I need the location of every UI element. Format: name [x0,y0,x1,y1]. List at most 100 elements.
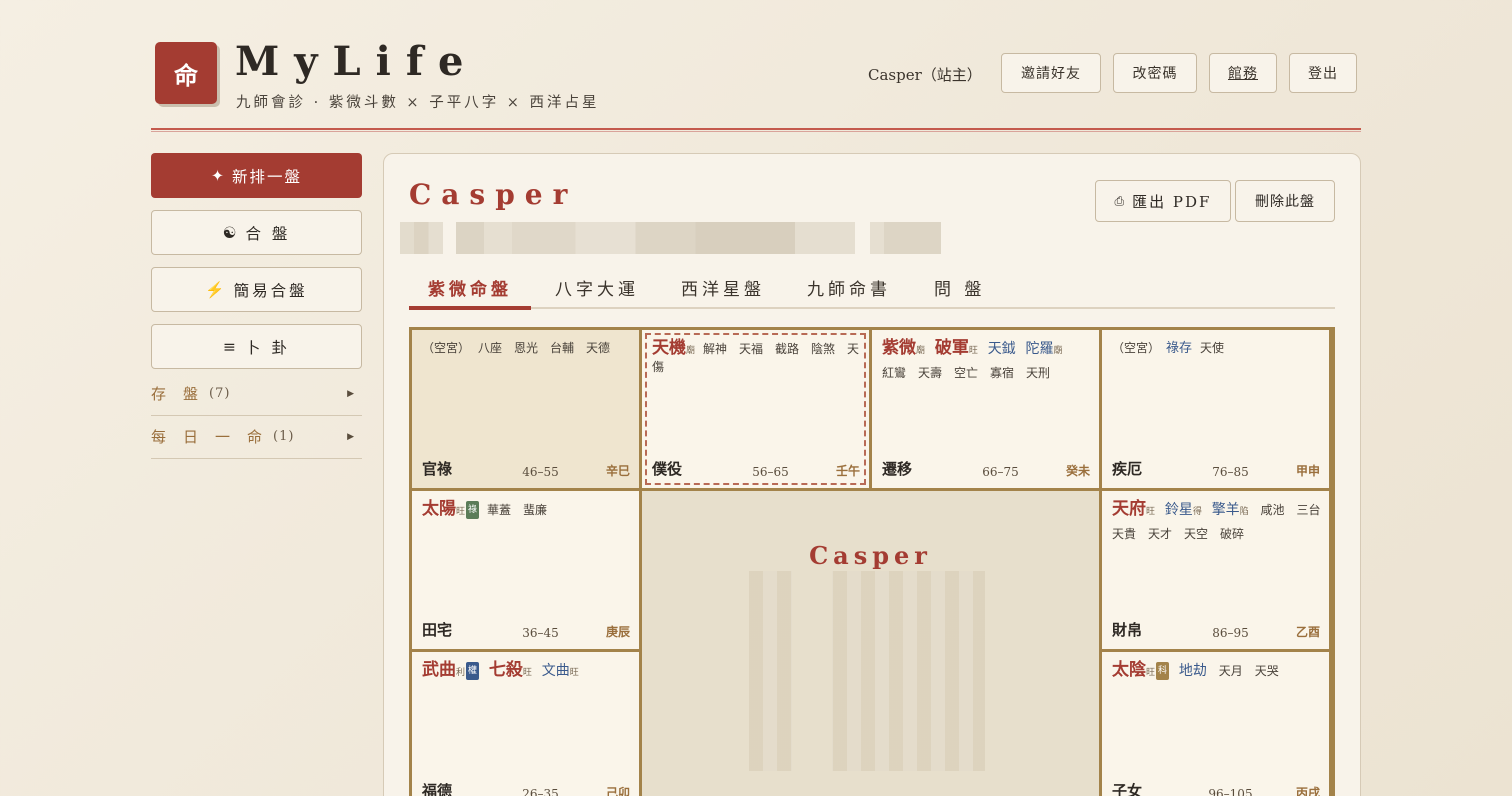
new-chart-button[interactable]: ✦ 新排一盤 [151,153,362,198]
minor-stars: 八座 恩光 台輔 天德 [478,341,611,355]
star-brightness: 得 [1192,507,1202,517]
aux-star: 文曲 [541,663,570,679]
divination-label: 卜 卦 [245,338,290,357]
chart-center: Casper [642,491,1099,796]
caret-right-icon: ▶ [347,388,354,399]
aux-star: 陀羅 [1025,341,1054,357]
palace-zinv[interactable]: 太陰旺科 地劫 天月 天哭 子女 96–105 丙戌 [1102,652,1329,796]
header-divider [151,128,1361,132]
palace-qianyi[interactable]: 紫微廟 破軍旺 天鉞 陀羅廟 紅鸞 天壽 空亡 寡宿 天刑 遷移 66–75 癸… [872,330,1099,488]
aux-star: 祿存 [1166,341,1193,356]
palace-guanlu[interactable]: （空宮） 八座 恩光 台輔 天德 官祿 46–55 辛巳 [412,330,639,488]
blurred-info [870,222,941,254]
main-star: 紫微 [882,338,916,358]
ziwei-chart: （空宮） 八座 恩光 台輔 天德 官祿 46–55 辛巳 天機廟 解神 天福 截路 … [409,327,1335,796]
sparkle-icon: ✦ [210,166,226,185]
divination-button[interactable]: ≡ 卜 卦 [151,324,362,369]
delete-chart-button[interactable]: 刪除此盤 [1235,180,1335,222]
palace-age-range: 26–35 [522,787,559,796]
star-brightness: 旺 [1146,668,1156,678]
star-brightness: 廟 [686,346,696,356]
star-brightness: 旺 [1146,507,1156,517]
tab-ziwei[interactable]: 紫微命盤 [428,275,512,300]
blurred-center-info [749,571,985,771]
palace-jie[interactable]: （空宮） 祿存 天使 疾厄 76–85 甲申 [1102,330,1329,488]
palace-ganzhi: 辛巳 [605,464,630,478]
aux-star: 天鉞 [987,341,1016,357]
admin-button[interactable]: 館務 [1209,53,1277,93]
palace-age-range: 86–95 [1212,626,1249,640]
aux-star: 鈴星 [1164,502,1193,518]
palace-ganzhi: 庚辰 [605,625,630,639]
palace-age-range: 76–85 [1212,465,1249,479]
main-star: 破軍 [934,338,969,358]
new-chart-label: 新排一盤 [231,167,302,186]
palace-ganzhi: 乙酉 [1295,625,1320,639]
delete-chart-label: 刪除此盤 [1255,194,1315,210]
transform-badge: 科 [1156,662,1170,680]
palace-fude[interactable]: 武曲利權 七殺旺 文曲旺 福德 26–35 己卯 [412,652,639,796]
saved-charts-label: 存盤 [151,385,216,403]
palace-age-range: 56–65 [752,465,789,479]
app-title: MyLife [235,38,479,85]
active-tab-indicator [409,306,531,310]
change-password-button[interactable]: 改密碼 [1113,53,1197,93]
minor-stars: 天使 [1200,341,1225,355]
caret-right-icon: ▶ [347,431,354,442]
main-star: 天府 [1112,499,1146,519]
daily-fate-section[interactable]: 每日一命 (1) ▶ [151,415,362,459]
main-star: 太陽 [422,499,456,519]
palace-ganzhi: 己卯 [605,786,630,796]
logo-icon: 命 [155,42,217,104]
palace-ganzhi: 甲申 [1295,464,1320,478]
blurred-gap [792,571,832,771]
tab-ask[interactable]: 問 盤 [934,275,985,300]
palace-age-range: 46–55 [522,465,559,479]
tab-western[interactable]: 西洋星盤 [681,275,765,300]
tab-nine-masters[interactable]: 九師命書 [807,275,891,300]
star-brightness: 旺 [968,346,978,356]
star-brightness: 旺 [522,668,532,678]
palace-age-range: 66–75 [982,465,1019,479]
simple-synastry-button[interactable]: ⚡ 簡易合盤 [151,267,362,312]
main-star: 太陰 [1112,660,1146,680]
minor-stars: 解神 天福 截路 陰煞 天傷 [652,342,860,374]
simple-synastry-label: 簡易合盤 [233,281,308,300]
palace-ganzhi: 壬午 [835,464,860,478]
star-brightness: 陷 [1239,507,1249,517]
palace-caibo[interactable]: 天府旺 鈴星得 擎羊陷 咸池 三台 天貴 天才 天空 破碎 財帛 86–95 乙… [1102,491,1329,649]
star-brightness: 利 [456,668,466,678]
main-star: 天機 [652,338,686,358]
invite-friend-button[interactable]: 邀請好友 [1001,53,1101,93]
tab-bazi[interactable]: 八字大運 [555,275,639,300]
daily-fate-label: 每日一命 [151,428,280,446]
printer-icon: ⎙ [1114,193,1127,208]
main-star: 武曲 [422,660,456,680]
palace-name: 僕役 [652,460,683,478]
palace-tianzhai[interactable]: 太陽旺祿華蓋 蜚廉 田宅 36–45 庚辰 [412,491,639,649]
transform-badge: 權 [466,662,480,680]
palace-ganzhi: 丙戌 [1295,786,1320,796]
tabs-divider [409,307,1335,309]
daily-fate-count: (1) [273,429,295,444]
empty-palace-label: （空宮） [422,341,471,355]
saved-charts-count: (7) [209,386,231,401]
empty-palace-label: （空宮） [1112,341,1161,355]
synastry-button[interactable]: ☯ 合 盤 [151,210,362,255]
logout-button[interactable]: 登出 [1289,53,1357,93]
minor-stars: 天月 天哭 [1218,664,1279,678]
palace-age-range: 96–105 [1208,787,1253,796]
palace-puyi[interactable]: 天機廟 解神 天福 截路 陰煞 天傷 僕役 56–65 壬午 [642,330,869,488]
synastry-label: 合 盤 [245,224,291,243]
palace-ganzhi: 癸未 [1065,464,1090,478]
star-brightness: 廟 [916,346,926,356]
export-pdf-label: 匯出 PDF [1132,192,1212,211]
saved-charts-section[interactable]: 存盤 (7) ▶ [151,372,362,416]
minor-stars: 紅鸞 天壽 空亡 寡宿 天刑 [882,366,1051,380]
blurred-info [456,222,855,254]
lightning-icon: ⚡ [205,280,228,299]
menu-lines-icon: ≡ [223,337,240,356]
export-pdf-button[interactable]: ⎙ 匯出 PDF [1095,180,1231,222]
star-brightness: 廟 [1053,346,1063,356]
main-star: 七殺 [488,660,523,680]
